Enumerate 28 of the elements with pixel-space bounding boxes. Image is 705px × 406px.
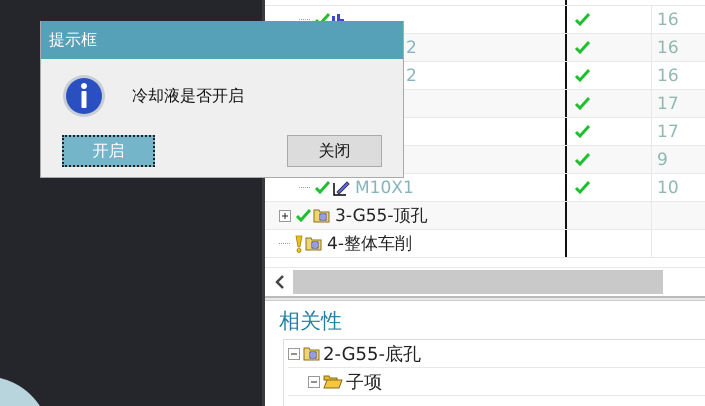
info-icon — [62, 74, 106, 118]
tree-item[interactable]: 4-整体车削 — [327, 232, 412, 255]
count-text: 16 — [657, 38, 679, 58]
scroll-left-icon[interactable] — [275, 275, 285, 289]
circle-drawing — [0, 376, 40, 406]
scroll-thumb[interactable] — [293, 270, 663, 294]
dialog-message: 冷却液是否开启 — [132, 86, 244, 106]
tree-item[interactable]: 2-G55-底孔 — [323, 342, 421, 366]
count-text: 17 — [657, 94, 679, 114]
pencil-icon — [332, 178, 350, 196]
open-folder-icon — [323, 374, 343, 389]
check-icon — [315, 181, 330, 194]
count-text: 10 — [657, 178, 679, 198]
folder-icon — [303, 346, 320, 361]
count-text: 17 — [657, 122, 679, 142]
dialog-title: 提示框 — [41, 21, 403, 59]
count-text: 16 — [657, 10, 679, 30]
count-text: 16 — [657, 66, 679, 86]
collapse-button[interactable] — [308, 376, 320, 388]
dialog-button[interactable]: 关闭 — [287, 135, 382, 167]
count-text: 9 — [657, 150, 668, 170]
tree-item[interactable]: 子项 — [346, 370, 382, 394]
collapse-button[interactable] — [288, 348, 300, 360]
expand-button[interactable] — [279, 210, 291, 222]
tree-item[interactable]: 3-G55-顶孔 — [335, 204, 428, 227]
folder-icon — [305, 236, 322, 251]
folder-icon — [313, 208, 330, 223]
section-title: 相关性 — [278, 308, 343, 335]
